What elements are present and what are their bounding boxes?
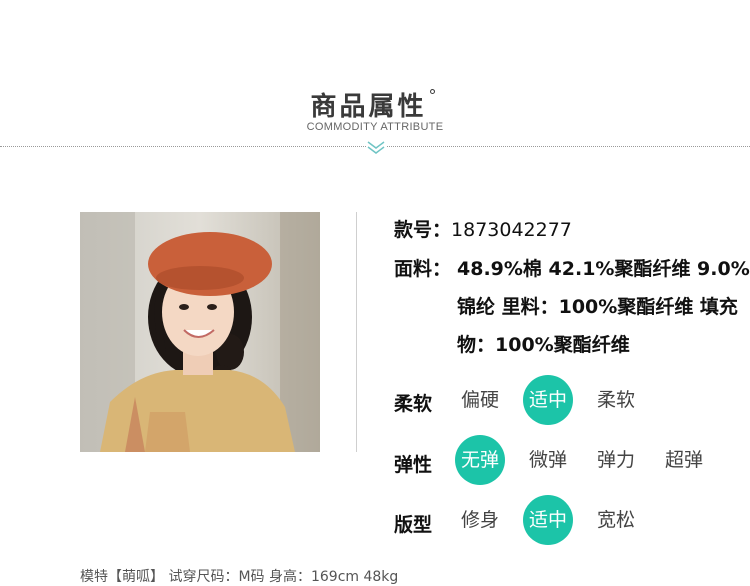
- fabric-line-3: 物：100%聚酯纤维: [457, 334, 630, 356]
- chevron-down-icon: [366, 139, 386, 155]
- elasticity-option-stretch: 弹力: [596, 449, 635, 471]
- style-number-value: 1873042277: [451, 219, 572, 241]
- fabric-line-1: 48.9%棉 42.1%聚酯纤维 9.0%: [457, 258, 750, 280]
- softness-option-soft: 柔软: [596, 389, 635, 411]
- fit-label: 版型: [394, 514, 433, 536]
- header-subtitle: COMMODITY ATTRIBUTE: [306, 121, 444, 133]
- header-title: 商品属性 °: [0, 86, 750, 123]
- style-number-row: 款号：1873042277: [394, 211, 572, 249]
- softness-label: 柔软: [394, 393, 433, 415]
- softness-option-medium: 适中: [523, 375, 573, 425]
- fit-option-regular: 适中: [523, 495, 573, 545]
- fabric-label: 面料：: [394, 258, 452, 280]
- elasticity-label: 弹性: [394, 454, 433, 476]
- fit-option-loose: 宽松: [596, 509, 635, 531]
- product-photo: [80, 212, 320, 452]
- vertical-divider: [356, 212, 357, 452]
- model-info: 模特【萌呱】 试穿尺码：M码 身高：169cm 48kg: [80, 569, 399, 585]
- elasticity-option-none: 无弹: [455, 435, 505, 485]
- fit-option-slim: 修身: [460, 509, 499, 531]
- header-title-degree: °: [428, 86, 440, 105]
- elasticity-option-super: 超弹: [664, 449, 703, 471]
- header-title-text: 商品属性: [310, 92, 427, 122]
- elasticity-option-slight: 微弹: [528, 449, 567, 471]
- softness-option-hard: 偏硬: [460, 389, 499, 411]
- fabric-line-2: 锦纶 里料：100%聚酯纤维 填充: [457, 296, 738, 318]
- style-number-label: 款号：: [394, 219, 452, 241]
